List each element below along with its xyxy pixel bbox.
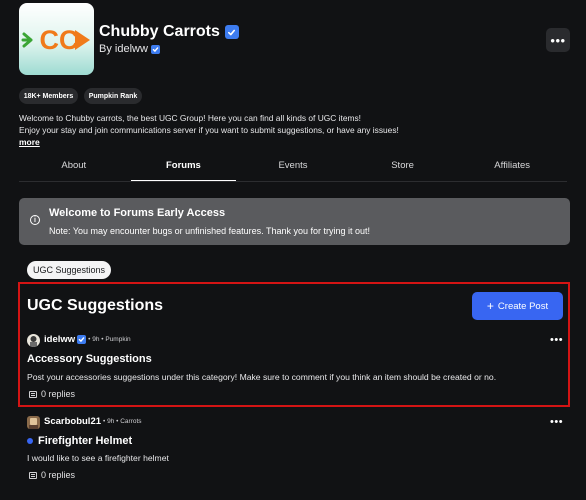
create-post-button[interactable]: + Create Post (472, 292, 563, 320)
early-access-banner (19, 198, 570, 245)
group-name: Chubby Carrots (99, 23, 239, 41)
group-owner-text[interactable]: By idelww (99, 43, 148, 55)
post-author-row: Scarbobul21 • 9h • Carrots (44, 416, 142, 427)
avatar[interactable] (27, 334, 40, 347)
tabs-divider (19, 181, 567, 182)
group-options-button[interactable]: ••• (546, 28, 570, 52)
post-options-icon[interactable]: ••• (550, 417, 563, 428)
post-author[interactable]: idelww (44, 334, 75, 345)
verified-small-icon (150, 44, 160, 54)
breadcrumb-chip[interactable]: UGC Suggestions (27, 261, 112, 279)
description-line: Enjoy your stay and join communications … (19, 125, 399, 135)
verified-badge-icon (224, 25, 239, 39)
plus-icon: + (486, 299, 494, 313)
post-meta: • 9h • Carrots (103, 418, 142, 425)
more-options-icon: ••• (550, 32, 566, 48)
post-author[interactable]: Scarbobul21 (44, 416, 101, 427)
post-body: Post your accessories suggestions under … (27, 372, 497, 382)
replies-count: 0 replies (41, 470, 76, 480)
group-owner[interactable]: By idelww (99, 43, 160, 55)
rank-badge: Pumpkin Rank (84, 88, 142, 104)
banner-title: Welcome to Forums Early Access (49, 207, 226, 219)
post-meta: • 9h • Pumpkin (88, 336, 131, 343)
category-title: UGC Suggestions (27, 297, 164, 314)
banner-text: Note: You may encounter bugs or unfinish… (49, 226, 371, 236)
group-name-text: Chubby Carrots (99, 23, 220, 40)
post-title-text[interactable]: Accessory Suggestions (27, 353, 152, 365)
replies-count: 0 replies (41, 389, 76, 399)
post-title[interactable]: Firefighter Helmet (27, 435, 132, 447)
members-badge: 18K+ Members (19, 88, 78, 104)
post-options-icon[interactable]: ••• (550, 335, 563, 346)
unread-dot-icon (27, 438, 33, 444)
tab-events[interactable]: Events (238, 153, 348, 182)
post-replies[interactable]: 0 replies (29, 389, 75, 399)
description-line: Welcome to Chubby carrots, the best UGC … (19, 113, 361, 123)
group-tabs: About Forums Events Store Affiliates (19, 153, 567, 182)
comment-icon (29, 390, 37, 398)
verified-small-icon (77, 335, 87, 344)
post-title[interactable]: Accessory Suggestions (27, 353, 152, 365)
tab-store[interactable]: Store (348, 153, 458, 182)
comment-icon (29, 471, 37, 479)
post-author-row: idelww • 9h • Pumpkin (44, 334, 131, 345)
create-post-label: Create Post (497, 300, 549, 312)
carrot-logo-icon: CC (21, 25, 90, 55)
post-replies[interactable]: 0 replies (29, 470, 75, 480)
group-description: Welcome to Chubby carrots, the best UGC … (19, 112, 579, 136)
tab-affiliates[interactable]: Affiliates (457, 153, 567, 182)
logo-text: CC (40, 25, 79, 55)
tab-forums[interactable]: Forums (129, 153, 239, 182)
avatar[interactable] (27, 416, 40, 429)
info-icon: i (30, 215, 40, 225)
post-title-text[interactable]: Firefighter Helmet (38, 435, 132, 447)
group-logo: CC (19, 3, 94, 75)
tab-about[interactable]: About (19, 153, 129, 182)
post-body: I would like to see a firefighter helmet (27, 453, 169, 463)
more-link[interactable]: more (19, 137, 40, 147)
